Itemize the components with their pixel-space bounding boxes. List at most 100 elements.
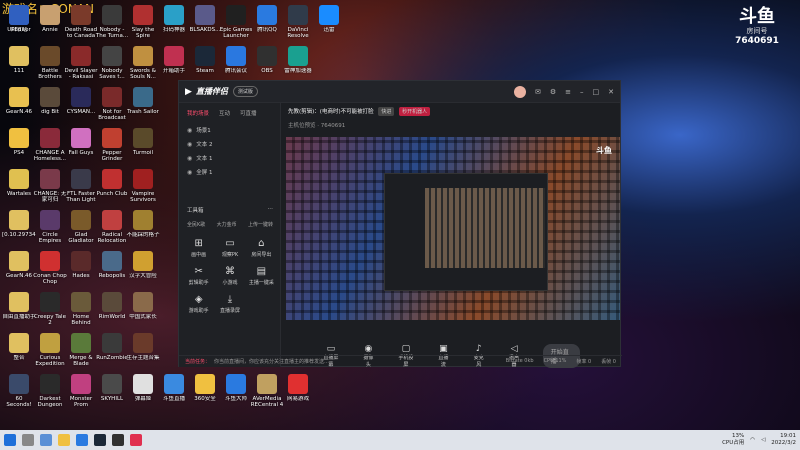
desktop-icon[interactable]: 斗鱼直播 xyxy=(157,374,191,414)
desktop-icon[interactable]: Monster Prom xyxy=(64,374,98,414)
desktop-icon[interactable]: Darkest Dungeon xyxy=(33,374,67,414)
scene-item[interactable]: ◉ 文本 1 xyxy=(179,151,280,165)
desktop-icon[interactable]: Hades xyxy=(64,251,98,291)
desktop-icon[interactable]: Punch Club xyxy=(95,169,129,209)
minimize-icon[interactable]: – xyxy=(580,88,584,96)
desktop-icon[interactable]: 迅雷 xyxy=(312,5,346,45)
eye-icon[interactable]: ◉ xyxy=(187,141,192,148)
eye-icon[interactable]: ◉ xyxy=(187,155,192,162)
desktop-icon[interactable]: CHANGE A Homeless... xyxy=(33,128,67,168)
tool-item[interactable]: ⊞ 画中画 xyxy=(183,238,214,258)
desktop-icon[interactable]: CHANGE: 无家可归 xyxy=(33,169,67,209)
scene-item[interactable]: ◉ 场景1 xyxy=(179,123,280,137)
desktop-icon[interactable]: FTL Faster Than Light xyxy=(64,169,98,209)
close-icon[interactable]: ✕ xyxy=(608,88,614,96)
desktop-icon[interactable]: 弹幕姬 xyxy=(126,374,160,414)
tool-item[interactable]: ✂ 剪辑助手 xyxy=(183,266,214,286)
explorer-icon[interactable] xyxy=(58,434,70,446)
desktop-icon[interactable]: AVerMedia RECentral 4 xyxy=(250,374,284,414)
desktop-icon[interactable]: PS4 xyxy=(2,128,36,168)
desktop-icon[interactable]: GearN.46 xyxy=(2,251,36,291)
tab-interact[interactable]: 互动 xyxy=(219,109,230,117)
menu-icon[interactable]: ≡ xyxy=(565,88,571,96)
live-title[interactable]: 先教(剪辑)：(电商时)不可能被打脸 xyxy=(288,109,374,115)
steam-icon[interactable] xyxy=(94,434,106,446)
desktop-icon[interactable]: Nobody Saves t... xyxy=(95,46,129,86)
eye-icon[interactable]: ◉ xyxy=(187,169,192,176)
message-icon[interactable]: ✉ xyxy=(535,88,541,96)
network-icon[interactable]: ◠ xyxy=(750,437,755,443)
desktop-icon[interactable]: 360安全 xyxy=(188,374,222,414)
stream-preview[interactable]: 斗鱼 xyxy=(286,137,620,320)
desktop-icon[interactable]: Home Behind xyxy=(64,292,98,332)
toolbox-link[interactable]: 大力金币 xyxy=(217,221,237,228)
desktop-icon[interactable]: 60 Seconds! Reatomized xyxy=(2,374,36,414)
tool-item[interactable]: ▭ 观察PK xyxy=(214,238,245,258)
desktop-icon[interactable]: Glad Gladiator xyxy=(64,210,98,250)
toolbox-link[interactable]: 全民K歌 xyxy=(187,221,205,228)
desktop-icon[interactable]: SKYHILL xyxy=(95,374,129,414)
desktop-icon[interactable]: dig Bit xyxy=(33,87,67,127)
clock-date[interactable]: 2022/3/2 xyxy=(771,440,796,447)
desktop-icon[interactable]: 网易游戏 xyxy=(281,374,315,414)
avatar[interactable] xyxy=(513,85,526,98)
desktop-icon[interactable]: Conan Chop Chop xyxy=(33,251,67,291)
desktop-icon[interactable]: BLSAKDS... xyxy=(188,5,222,45)
desktop-icon[interactable]: 整合 xyxy=(2,333,36,373)
desktop-icon[interactable]: Annie xyxy=(33,5,67,45)
desktop-icon[interactable]: Fall Guys xyxy=(64,128,98,168)
tool-item[interactable]: ◈ 游戏助手 xyxy=(183,294,214,314)
toolbox-link[interactable]: 上传一键转 xyxy=(248,221,273,228)
desktop-icon[interactable]: Nobody - The Turna... xyxy=(95,5,129,45)
desktop-icon[interactable]: 斗鱼大师 xyxy=(219,374,253,414)
start-icon[interactable] xyxy=(4,434,16,446)
desktop-icon[interactable]: DaVinci Resolve xyxy=(281,5,315,45)
more-icon[interactable]: ⋯ xyxy=(268,206,274,214)
desktop-icon[interactable]: 汉字大冒险 xyxy=(126,251,160,291)
clock-time[interactable]: 19:01 xyxy=(771,433,796,440)
desktop-icon[interactable]: Trash Sailor xyxy=(126,87,160,127)
tool-item[interactable]: ⌘ 小游戏 xyxy=(214,266,245,286)
desktop-icon[interactable]: Circle Empires xyxy=(33,210,67,250)
obs-icon[interactable] xyxy=(112,434,124,446)
maximize-icon[interactable]: □ xyxy=(593,88,600,96)
desktop-icon[interactable]: Radical Relocation xyxy=(95,210,129,250)
desktop-icon[interactable]: [0.10.29734] xyxy=(2,210,36,250)
desktop-icon[interactable]: 中国式家长 xyxy=(126,292,160,332)
desktop-icon[interactable]: Curious Expedition xyxy=(33,333,67,373)
desktop-icon[interactable]: 腾讯QQ xyxy=(250,5,284,45)
desktop-icon[interactable]: 不能踩的格子 xyxy=(126,210,160,250)
desktop-icon[interactable]: Vampire Survivors xyxy=(126,169,160,209)
douyu-taskbar-icon[interactable] xyxy=(130,434,142,446)
scene-item[interactable]: ◉ 文本 2 xyxy=(179,137,280,151)
desktop-icon[interactable]: Turmoil xyxy=(126,128,160,168)
search-icon[interactable] xyxy=(22,434,34,446)
gear-icon[interactable]: ⚙ xyxy=(550,88,556,96)
eye-icon[interactable]: ◉ xyxy=(187,127,192,134)
desktop-icon[interactable]: Not for Broadcast xyxy=(95,87,129,127)
volume-icon[interactable]: ◁ xyxy=(761,437,765,443)
desktop-icon[interactable]: 111 xyxy=(2,46,36,86)
tool-item[interactable]: ⌂ 房间导出 xyxy=(246,238,277,258)
desktop-icon[interactable]: Devil Slayer - Raksasi xyxy=(64,46,98,86)
desktop-icon[interactable]: GearN.46 xyxy=(2,87,36,127)
desktop-icon[interactable]: Slay the Spire xyxy=(126,5,160,45)
desktop-icon[interactable]: Rebopolis xyxy=(95,251,129,291)
scene-item[interactable]: ◉ 全屏 1 xyxy=(179,165,280,179)
desktop-icon[interactable]: Pepper Grinder xyxy=(95,128,129,168)
desktop-icon[interactable]: UPEditor xyxy=(2,5,36,45)
desktop-icon[interactable]: Epic Games Launcher xyxy=(219,5,253,45)
desktop-icon[interactable]: Merge & Blade xyxy=(64,333,98,373)
desktop-icon[interactable]: Battle Brothers xyxy=(33,46,67,86)
desktop-icon[interactable]: 自由直播助手 xyxy=(2,292,36,332)
tool-item[interactable]: ▤ 主播一键采 xyxy=(246,266,277,286)
edge-icon[interactable] xyxy=(76,434,88,446)
desktop-icon[interactable]: RimWorld xyxy=(95,292,129,332)
desktop-icon[interactable]: 生存主题合集 xyxy=(126,333,160,373)
taskview-icon[interactable] xyxy=(40,434,52,446)
desktop-icon[interactable]: 扫码神器 xyxy=(157,5,191,45)
desktop-icon[interactable]: Swords & Souls N... xyxy=(126,46,160,86)
desktop-icon[interactable]: RunZombie xyxy=(95,333,129,373)
desktop-icon[interactable]: Wartales xyxy=(2,169,36,209)
desktop-icon[interactable]: CYSMAN... xyxy=(64,87,98,127)
